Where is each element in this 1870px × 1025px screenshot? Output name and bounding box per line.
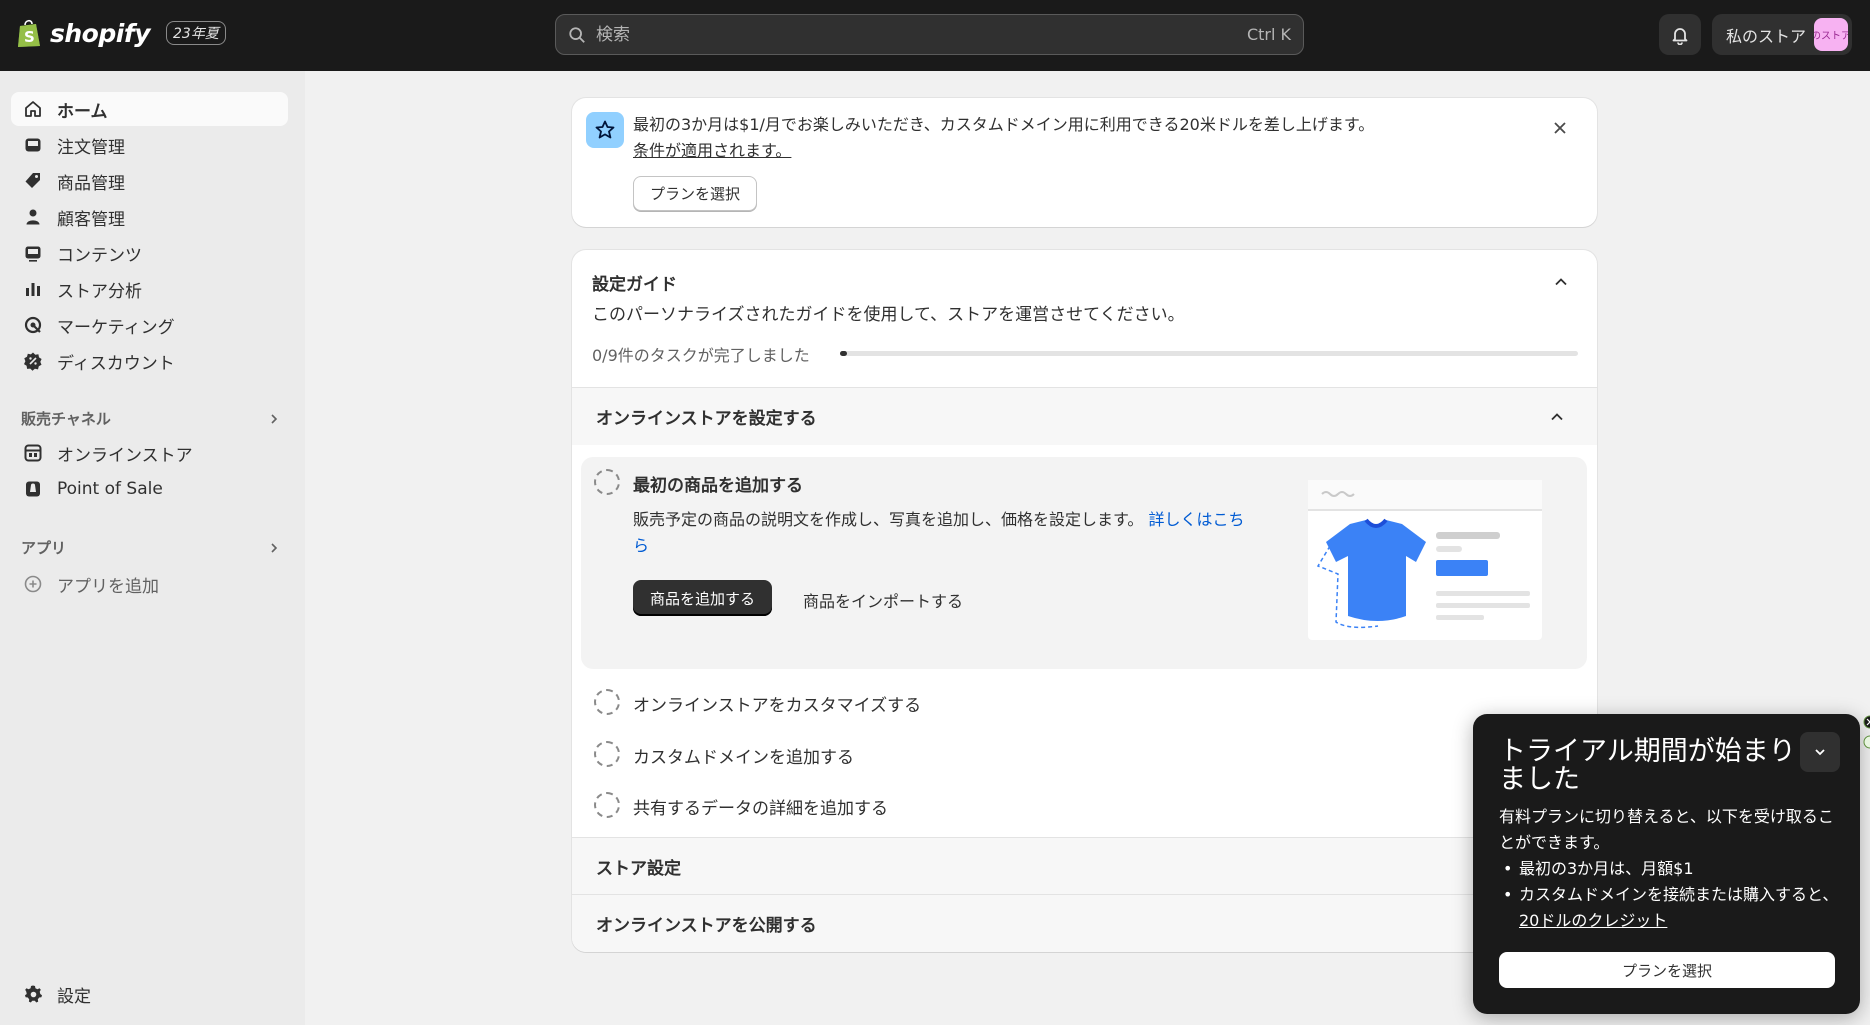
sidebar-item-customers[interactable]: 顧客管理 (11, 200, 288, 234)
credit-link[interactable]: 20ドルのクレジット (1519, 911, 1667, 930)
sidebar-item-content[interactable]: コンテンツ (11, 236, 288, 270)
store-menu-button[interactable]: 私のストア のストア (1712, 14, 1852, 55)
inbox-icon (25, 138, 41, 152)
task-add-first-product: 最初の商品を追加する 販売予定の商品の説明文を作成し、写真を追加し、価格を設定し… (581, 457, 1587, 669)
progress-fill (840, 351, 848, 356)
task-status-circle[interactable] (594, 741, 620, 767)
terms-link[interactable]: 条件が適用されます。 (633, 141, 791, 160)
search-shortcut: Ctrl K (1246, 25, 1291, 44)
sidebar-item-home[interactable]: ホーム (11, 92, 288, 126)
sidebar-item-point-of-sale[interactable]: Point of Sale (11, 472, 288, 506)
sidebar-item-settings[interactable]: 設定 (11, 977, 288, 1011)
task-add-shared-data-details[interactable]: 共有するデータの詳細を追加する (581, 780, 1587, 830)
task-status-circle[interactable] (594, 792, 620, 818)
chevron-right-icon (271, 413, 278, 424)
star-icon (586, 112, 624, 148)
sidebar-item-analytics[interactable]: ストア分析 (11, 272, 288, 306)
apps-section[interactable]: アプリ (21, 537, 281, 558)
popup-body: 有料プランに切り替えると、以下を受け取ることができます。 最初の3か月は、月額$… (1499, 804, 1839, 934)
avatar: のストア (1814, 18, 1848, 51)
trial-popup: トライアル期間が始まりました 有料プランに切り替えると、以下を受け取ることができ… (1473, 714, 1860, 1014)
setup-guide: 設定ガイド このパーソナライズされたガイドを使用して、ストアを運営させてください… (572, 250, 1597, 952)
sidebar-item-online-store[interactable]: オンラインストア (11, 436, 288, 470)
top-bar: S shopify 23年夏 Ctrl K 私のストア のストア (0, 0, 1870, 71)
sidebar-item-orders[interactable]: 注文管理 (11, 128, 288, 162)
person-icon (26, 209, 40, 225)
brand-name: shopify (50, 18, 151, 48)
progress-text: 0/9件のタスクが完了しました (592, 346, 810, 365)
task-title: 最初の商品を追加する (633, 476, 803, 496)
search-icon (569, 26, 585, 43)
store-name: 私のストア (1726, 26, 1807, 46)
sidebar-item-add-app[interactable]: アプリを追加 (11, 567, 288, 601)
minimize-button[interactable] (1800, 732, 1840, 772)
discount-icon (24, 352, 42, 371)
section-publish-online-store[interactable]: オンラインストアを公開する (572, 894, 1597, 952)
shopify-bag-icon: S (18, 19, 40, 47)
tshirt-illustration (1308, 480, 1542, 640)
import-products-button[interactable]: 商品をインポートする (803, 588, 963, 612)
select-plan-button[interactable]: プランを選択 (633, 176, 757, 211)
search-bar[interactable]: Ctrl K (555, 14, 1304, 55)
promo-banner: 最初の3か月は$1/月でお楽しみいただき、カスタムドメイン用に利用できる20米ド… (572, 98, 1597, 227)
edge-close-icon[interactable] (1862, 714, 1870, 754)
chevron-right-icon (271, 542, 278, 553)
task-customize-online-store[interactable]: オンラインストアをカスタマイズする (581, 677, 1587, 727)
sidebar-item-discounts[interactable]: ディスカウント (11, 344, 288, 378)
gear-icon (25, 985, 42, 1003)
edition-badge[interactable]: 23年夏 (166, 21, 226, 45)
bar-chart-icon (26, 283, 40, 296)
store-icon (24, 444, 42, 462)
close-icon[interactable] (1553, 116, 1567, 140)
target-icon (24, 316, 42, 334)
pos-icon (26, 481, 40, 497)
tag-icon (25, 173, 40, 188)
image-icon (25, 246, 41, 262)
task-status-circle[interactable] (594, 689, 620, 715)
shopify-logo[interactable]: S shopify 23年夏 (16, 18, 226, 48)
svg-text:S: S (24, 28, 35, 46)
section-online-store-setup[interactable]: オンラインストアを設定する (572, 387, 1597, 445)
popup-title: トライアル期間が始まりました (1499, 736, 1796, 795)
plus-circle-icon (24, 575, 42, 593)
popup-benefit-1: 最初の3か月は、月額$1 (1499, 856, 1839, 882)
guide-description: このパーソナライズされたガイドを使用して、ストアを運営させてください。 (592, 305, 1185, 325)
notifications-button[interactable] (1659, 14, 1701, 55)
chevron-up-icon[interactable] (1553, 274, 1569, 290)
popup-benefit-2: カスタムドメインを接続または購入すると、20ドルのクレジット (1499, 882, 1839, 934)
sales-channels-section[interactable]: 販売チャネル (21, 408, 281, 429)
search-input[interactable] (596, 24, 1247, 45)
popup-select-plan-button[interactable]: プランを選択 (1499, 952, 1835, 988)
progress-bar (840, 351, 1578, 356)
sidebar-item-products[interactable]: 商品管理 (11, 164, 288, 198)
guide-title: 設定ガイド (592, 275, 677, 295)
task-description: 販売予定の商品の説明文を作成し、写真を追加し、価格を設定します。 詳しくはこちら (633, 510, 1245, 555)
chevron-up-icon (1551, 413, 1563, 421)
chevron-down-icon (1815, 749, 1825, 756)
task-status-circle[interactable] (594, 469, 620, 495)
sidebar-item-marketing[interactable]: マーケティング (11, 308, 288, 342)
add-product-button[interactable]: 商品を追加する (633, 580, 772, 616)
bell-icon (1672, 27, 1688, 45)
task-add-custom-domain[interactable]: カスタムドメインを追加する (581, 729, 1587, 779)
section-store-settings[interactable]: ストア設定 (572, 837, 1597, 894)
sidebar: ホーム 注文管理 商品管理 顧客管理 コンテンツ ストア分析 マーケティング デ… (0, 71, 305, 1025)
home-icon (25, 101, 41, 117)
banner-message: 最初の3か月は$1/月でお楽しみいただき、カスタムドメイン用に利用できる20米ド… (633, 115, 1375, 160)
